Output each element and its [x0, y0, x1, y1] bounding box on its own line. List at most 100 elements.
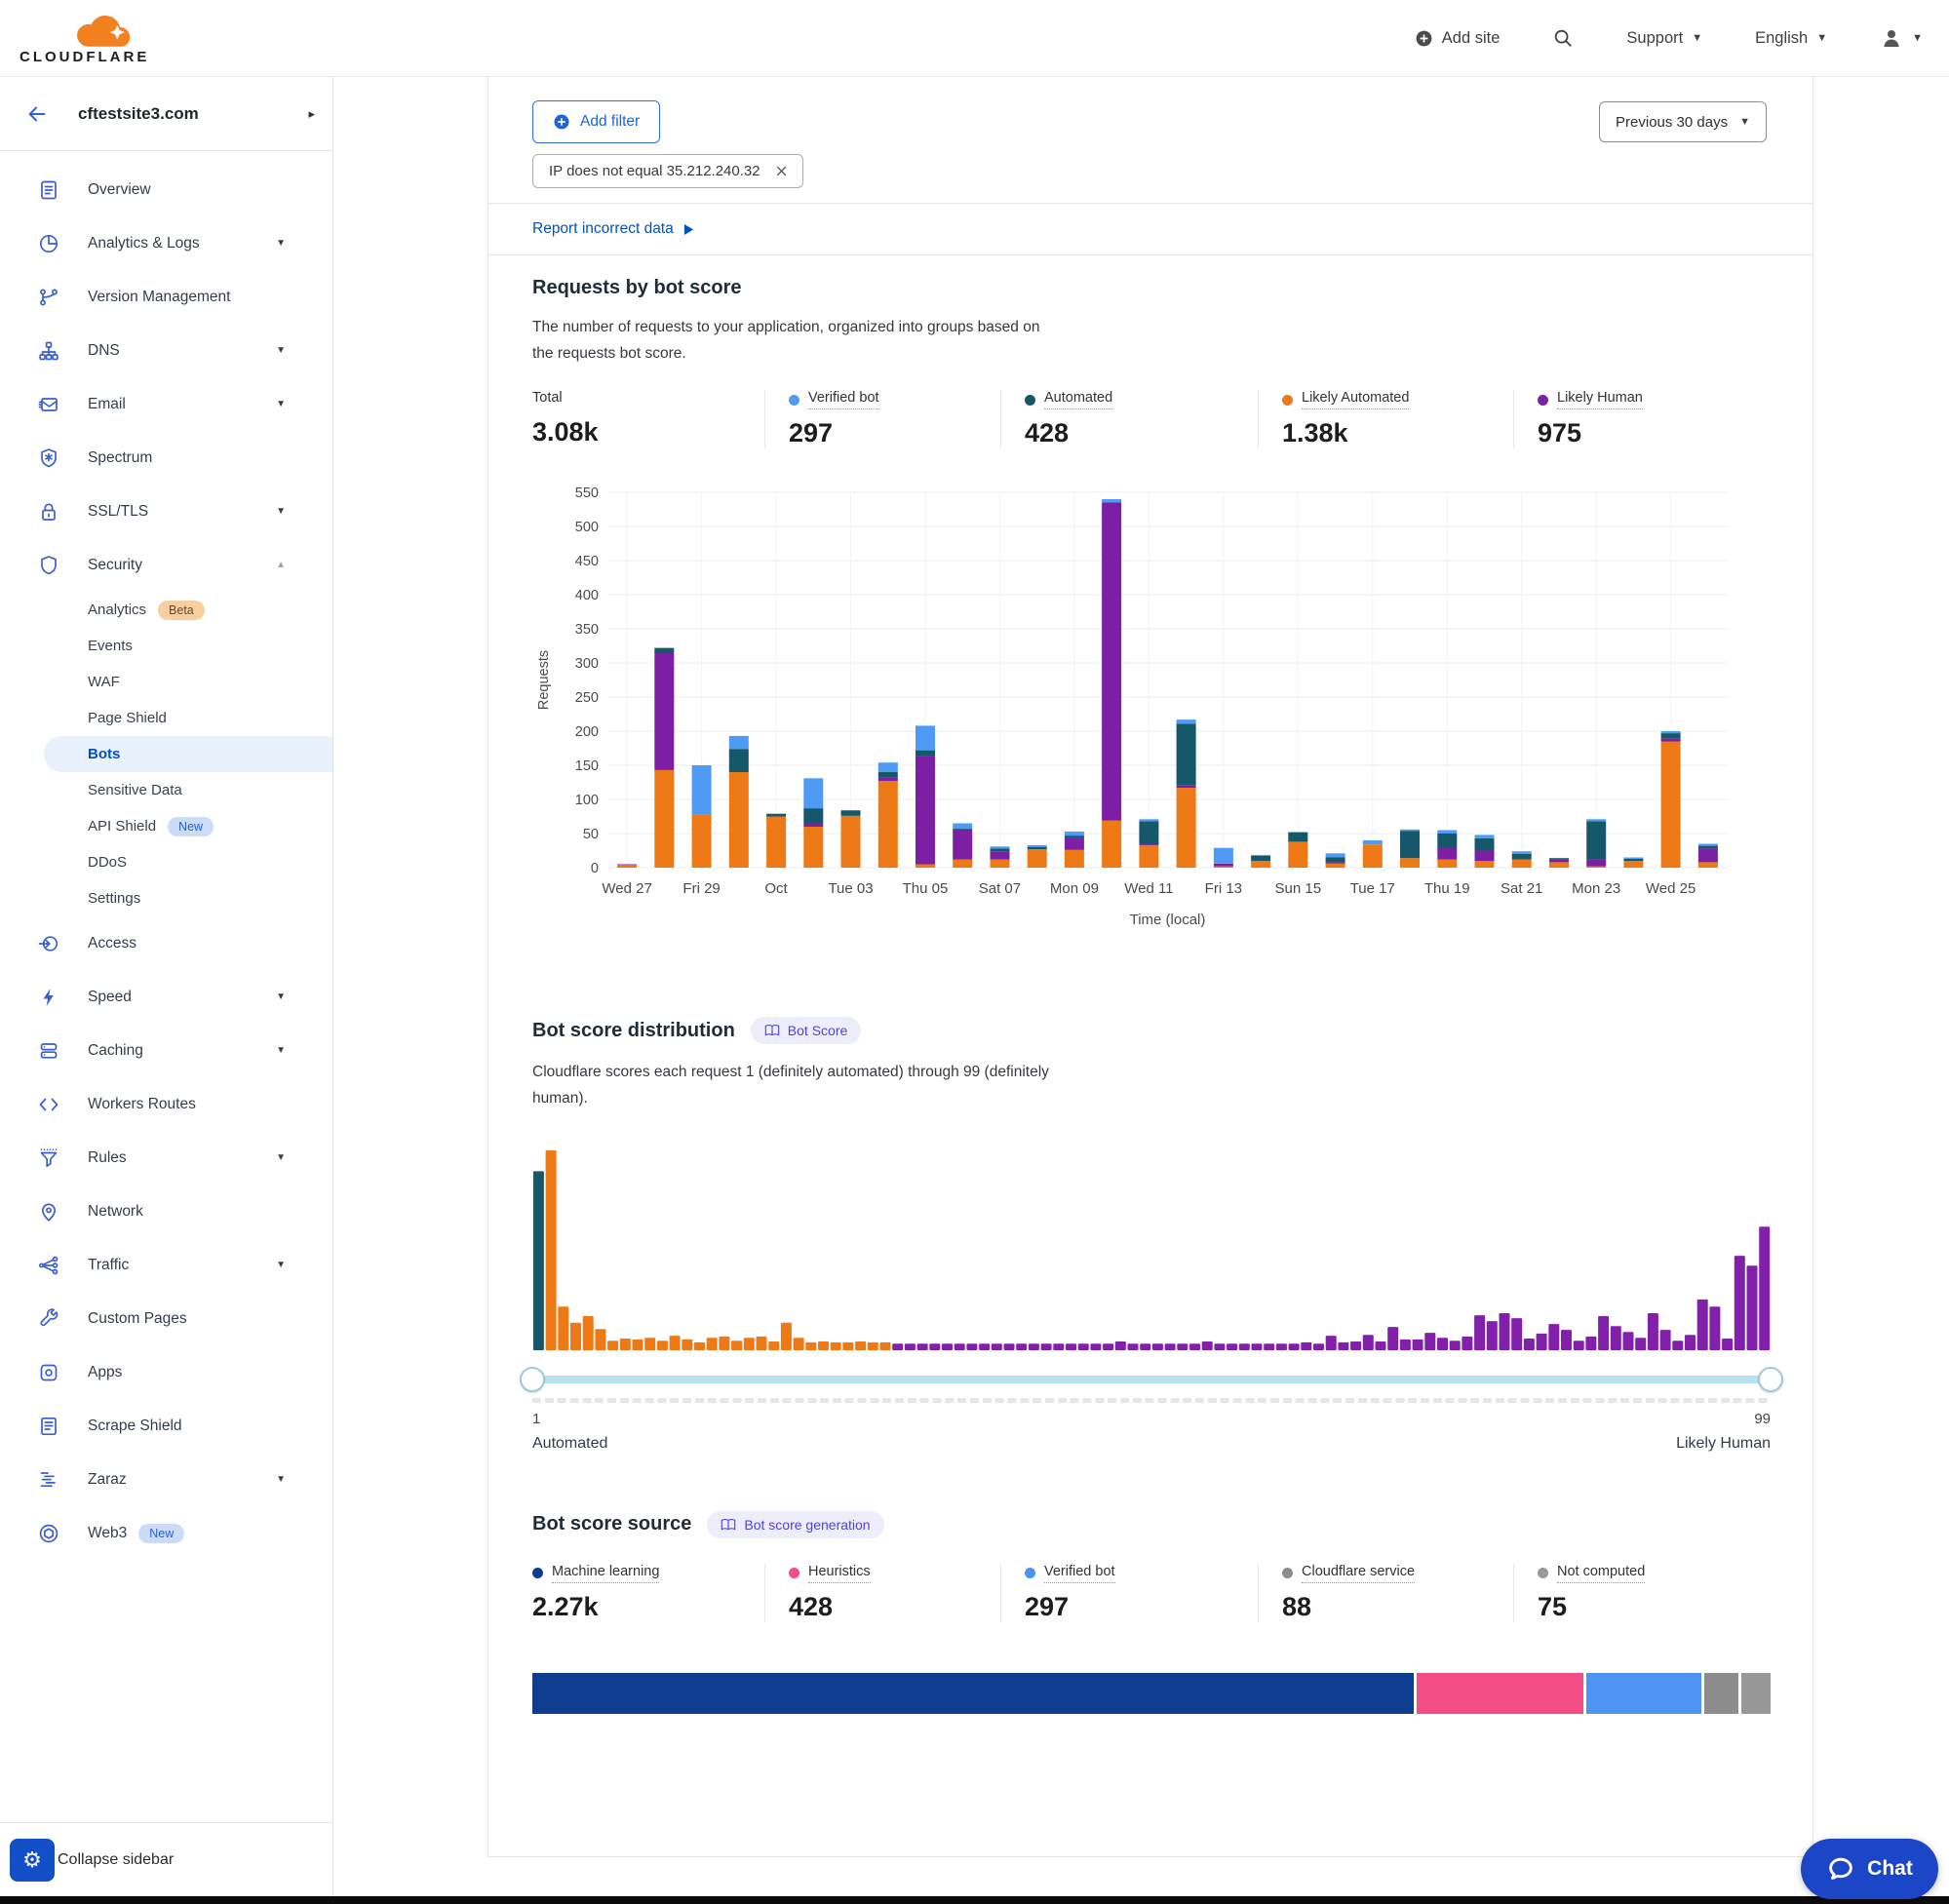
sidebar-item-web3[interactable]: Web3New — [0, 1506, 332, 1560]
top-nav-menu: Add site Support▼ English▼ ▼ — [1415, 26, 1923, 50]
envelope-icon — [37, 393, 60, 416]
back-arrow-icon[interactable] — [24, 103, 50, 125]
sidebar-item-ddos[interactable]: DDoS — [0, 844, 332, 880]
bot-score-doc-badge[interactable]: Bot Score — [751, 1017, 861, 1044]
svg-text:200: 200 — [575, 724, 599, 740]
date-range-select[interactable]: Previous 30 days▼ — [1599, 101, 1767, 142]
svg-text:300: 300 — [575, 656, 599, 672]
sidebar-item-custom-pages[interactable]: Custom Pages — [0, 1292, 332, 1345]
filter-bar: Add filter IP does not equal 35.212.240.… — [488, 77, 1813, 203]
bot-score-distribution-card: Bot score distribution Bot Score Cloudfl… — [488, 982, 1813, 1481]
filter-chip: IP does not equal 35.212.240.32 — [532, 154, 803, 188]
slider-scale: 1 99 — [532, 1411, 1771, 1427]
chevron-up-icon: ▲ — [276, 560, 286, 570]
report-incorrect-data-link[interactable]: Report incorrect data — [532, 220, 694, 238]
sidebar-item-access[interactable]: Access — [0, 916, 332, 970]
stat-label: Heuristics — [808, 1564, 871, 1583]
sidebar-item-email[interactable]: Email▼ — [0, 377, 332, 431]
sidebar-item-workers-routes[interactable]: Workers Routes — [0, 1077, 332, 1131]
sidebar-item-api-shield[interactable]: API ShieldNew — [0, 808, 332, 844]
stat-automated: Automated428 — [1000, 390, 1258, 448]
svg-text:100: 100 — [575, 793, 599, 808]
sidebar-item-security[interactable]: Security▲ — [0, 538, 332, 592]
legend-dot-icon — [789, 1568, 799, 1578]
slider-track[interactable] — [532, 1376, 1771, 1383]
requests-stats-row: Total3.08kVerified bot297Automated428Lik… — [532, 390, 1769, 448]
sidebar-nav: OverviewAnalytics & Logs▼Version Managem… — [0, 151, 332, 1560]
stat-verified-bot: Verified bot297 — [1000, 1564, 1258, 1622]
sidebar-item-waf[interactable]: WAF — [0, 664, 332, 700]
sidebar-item-bots[interactable]: Bots — [44, 736, 332, 772]
svg-text:350: 350 — [575, 622, 599, 638]
language-menu[interactable]: English▼ — [1755, 29, 1827, 48]
sidebar-item-events[interactable]: Events — [0, 628, 332, 664]
sidebar-item-apps[interactable]: Apps — [0, 1345, 332, 1399]
sidebar-item-rules[interactable]: Rules▼ — [0, 1131, 332, 1185]
svg-text:Oct: Oct — [764, 880, 788, 897]
bot-score-histogram — [532, 1146, 1769, 1355]
svg-text:Wed 27: Wed 27 — [602, 880, 651, 897]
stat-likely-human: Likely Human975 — [1513, 390, 1769, 448]
add-filter-button[interactable]: Add filter — [532, 100, 660, 143]
svg-text:450: 450 — [575, 554, 599, 569]
account-menu[interactable]: ▼ — [1880, 26, 1923, 50]
svg-text:250: 250 — [575, 690, 599, 706]
sidebar-item-scrape-shield[interactable]: Scrape Shield — [0, 1399, 332, 1453]
slider-handle-max[interactable] — [1758, 1367, 1783, 1392]
plus-circle-icon — [553, 113, 570, 131]
sidebar-item-ssl-tls[interactable]: SSL/TLS▼ — [0, 485, 332, 538]
stat-verified-bot: Verified bot297 — [764, 390, 1000, 448]
app-window-icon — [37, 1361, 60, 1384]
sidebar-item-traffic[interactable]: Traffic▼ — [0, 1238, 332, 1292]
zaraz-lines-icon — [37, 1468, 60, 1492]
slider-ticks — [532, 1398, 1771, 1403]
sidebar-item-caching[interactable]: Caching▼ — [0, 1024, 332, 1077]
chevron-down-icon: ▼ — [276, 1474, 286, 1485]
svg-text:Thu 19: Thu 19 — [1424, 880, 1470, 897]
triangle-right-icon — [683, 223, 694, 236]
wrench-icon — [37, 1307, 60, 1331]
score-range-slider — [532, 1367, 1771, 1392]
sidebar-item-overview[interactable]: Overview — [0, 163, 332, 216]
requests-by-bot-score-card: Requests by bot score The number of requ… — [488, 255, 1813, 982]
svg-text:Fri 13: Fri 13 — [1205, 880, 1242, 897]
collapse-sidebar-button[interactable]: Collapse sidebar — [58, 1851, 174, 1869]
svg-text:150: 150 — [575, 758, 599, 774]
sidebar-item-network[interactable]: Network — [0, 1185, 332, 1238]
support-menu[interactable]: Support▼ — [1626, 29, 1702, 48]
stat-label: Not computed — [1557, 1564, 1645, 1583]
source-stats-row: Machine learning2.27kHeuristics428Verifi… — [532, 1564, 1769, 1622]
cloudflare-logo[interactable]: CLOUDFLARE — [19, 12, 149, 65]
sidebar-item-page-shield[interactable]: Page Shield — [0, 700, 332, 736]
sidebar-item-settings[interactable]: Settings — [0, 880, 332, 916]
sidebar-item-zaraz[interactable]: Zaraz▼ — [0, 1453, 332, 1506]
card-description: Cloudflare scores each request 1 (defini… — [532, 1059, 1064, 1111]
svg-text:550: 550 — [575, 486, 599, 501]
bot-score-generation-doc-badge[interactable]: Bot score generation — [707, 1511, 883, 1538]
card-description: The number of requests to your applicati… — [532, 314, 1064, 367]
remove-filter-icon[interactable] — [774, 164, 789, 178]
sidebar-item-version-management[interactable]: Version Management — [0, 270, 332, 324]
add-site-button[interactable]: Add site — [1415, 29, 1501, 48]
site-switcher-icon[interactable]: ▸ — [308, 106, 315, 122]
sidebar-item-analytics[interactable]: AnalyticsBeta — [0, 592, 332, 628]
chevron-down-icon: ▼ — [276, 399, 286, 409]
sidebar-item-sensitive-data[interactable]: Sensitive Data — [0, 772, 332, 808]
sidebar-item-dns[interactable]: DNS▼ — [0, 324, 332, 377]
sidebar-item-speed[interactable]: Speed▼ — [0, 970, 332, 1024]
slider-handle-min[interactable] — [520, 1367, 545, 1392]
chat-button[interactable]: Chat — [1801, 1839, 1938, 1899]
sidebar-item-analytics-logs[interactable]: Analytics & Logs▼ — [0, 216, 332, 270]
bolt-icon — [37, 986, 60, 1009]
search-button[interactable] — [1552, 27, 1574, 49]
stat-label: Verified bot — [808, 390, 879, 409]
source-stacked-bar — [532, 1673, 1771, 1714]
stat-value: 75 — [1538, 1592, 1769, 1622]
main-content: Add filter IP does not equal 35.212.240.… — [487, 77, 1813, 1857]
brand-name: CLOUDFLARE — [19, 49, 149, 65]
legend-dot-icon — [1025, 395, 1035, 406]
sidebar-item-spectrum[interactable]: Spectrum — [0, 431, 332, 485]
cube-icon — [37, 1522, 60, 1545]
chat-bubble-icon — [1826, 1854, 1855, 1884]
settings-gear-button[interactable]: ⚙ — [10, 1839, 55, 1882]
